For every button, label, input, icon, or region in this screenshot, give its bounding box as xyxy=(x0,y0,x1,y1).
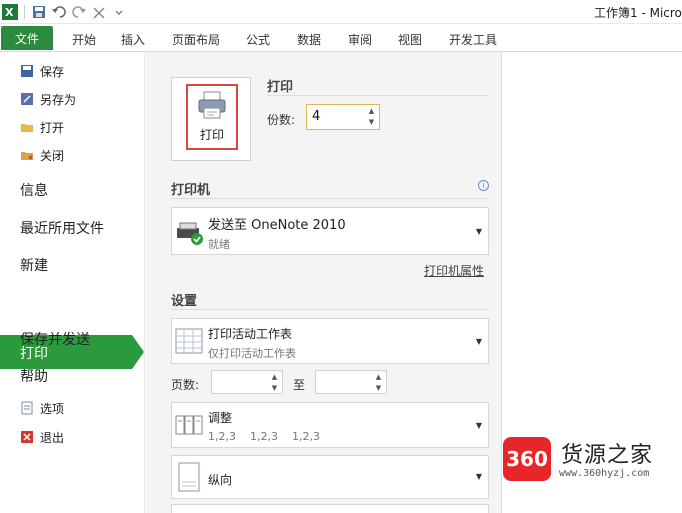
printer-ready-icon xyxy=(176,222,206,249)
watermark-title: 货源之家 xyxy=(561,443,654,468)
tab-formulas[interactable]: 公式 xyxy=(246,31,270,48)
spin-up-icon[interactable]: ▲ xyxy=(369,108,374,115)
printer-name: 发送至 OneNote 2010 xyxy=(208,218,346,233)
nav-save[interactable]: 保存 xyxy=(20,62,64,80)
print-scope-dropdown[interactable]: 打印活动工作表 仅打印活动工作表 ▼ xyxy=(171,318,489,364)
exit-icon xyxy=(20,430,34,444)
customize-icon[interactable] xyxy=(91,4,107,20)
nav-open[interactable]: 打开 xyxy=(20,118,64,136)
nav-close[interactable]: 关闭 xyxy=(20,146,64,164)
nav-options[interactable]: 选项 xyxy=(20,399,64,417)
chevron-down-icon: ▼ xyxy=(475,421,482,430)
ribbon-tabs: 文件 开始 插入 页面布局 公式 数据 审阅 视图 开发工具 xyxy=(0,24,682,52)
pages-from-spinner[interactable]: ▲ ▼ xyxy=(270,374,279,392)
nav-options-label: 选项 xyxy=(40,401,65,416)
print-section-title: 打印 xyxy=(267,80,294,95)
spin-down-icon[interactable]: ▼ xyxy=(369,119,374,126)
printer-status: 就绪 xyxy=(208,238,230,251)
print-scope-main: 打印活动工作表 xyxy=(208,327,293,341)
save-as-icon xyxy=(20,92,34,106)
spin-down-icon[interactable]: ▼ xyxy=(272,385,277,392)
orientation-value: 纵向 xyxy=(208,473,233,487)
nav-active-arrow xyxy=(132,335,144,369)
nav-save-as[interactable]: 另存为 xyxy=(20,90,76,108)
spin-down-icon[interactable]: ▼ xyxy=(376,385,381,392)
copies-stepper[interactable]: 4 ▲ ▼ xyxy=(306,104,380,130)
print-settings-panel: 打印 打印 份数: 4 ▲ ▼ 打印机 i 发送至 OneNote 2010 就… xyxy=(146,52,502,513)
divider xyxy=(267,95,489,96)
nav-exit[interactable]: 退出 xyxy=(20,428,64,446)
divider xyxy=(171,198,489,199)
backstage-nav: 保存 另存为 打开 关闭 信息 最近所用文件 新建 打印 保存并发送 帮助 选项… xyxy=(0,52,145,513)
pages-label: 页数: xyxy=(171,378,200,392)
collate-icon xyxy=(175,413,205,440)
undo-icon[interactable] xyxy=(51,4,67,20)
printer-properties-link[interactable]: 打印机属性 xyxy=(424,262,484,279)
tab-data[interactable]: 数据 xyxy=(297,31,321,48)
nav-new[interactable]: 新建 xyxy=(20,255,48,275)
tab-page-layout[interactable]: 页面布局 xyxy=(172,31,220,48)
portrait-icon xyxy=(178,462,200,495)
info-icon[interactable]: i xyxy=(478,180,489,191)
nav-close-label: 关闭 xyxy=(40,148,65,163)
printer-icon xyxy=(198,90,226,123)
spin-up-icon[interactable]: ▲ xyxy=(272,374,277,381)
save-icon[interactable] xyxy=(31,4,47,20)
collate-main: 调整 xyxy=(208,411,233,425)
folder-open-icon xyxy=(20,120,34,134)
printer-section-title: 打印机 xyxy=(171,183,211,198)
excel-logo-icon: X xyxy=(2,4,18,20)
copies-spinner[interactable]: ▲ ▼ xyxy=(367,108,376,126)
collate-dropdown[interactable]: 调整 1,2,3 1,2,3 1,2,3 ▼ xyxy=(171,402,489,448)
pages-to-spinner[interactable]: ▲ ▼ xyxy=(374,374,383,392)
tab-view[interactable]: 视图 xyxy=(398,31,422,48)
settings-section-title: 设置 xyxy=(171,294,198,309)
toolbar-separator xyxy=(24,5,25,19)
print-scope-sub: 仅打印活动工作表 xyxy=(208,347,296,360)
nav-open-label: 打开 xyxy=(40,120,65,135)
worksheet-icon xyxy=(175,328,203,357)
nav-info[interactable]: 信息 xyxy=(20,180,48,200)
watermark: 360 货源之家 www.360hyzj.com xyxy=(501,433,682,489)
copies-value: 4 xyxy=(312,109,321,124)
chevron-down-icon[interactable] xyxy=(111,4,127,20)
nav-save-send[interactable]: 保存并发送 xyxy=(20,329,90,349)
collate-sub: 1,2,3 1,2,3 1,2,3 xyxy=(208,430,320,443)
nav-save-as-label: 另存为 xyxy=(40,92,77,107)
window-title: 工作簿1 - Micro xyxy=(594,6,682,20)
next-setting-dropdown[interactable] xyxy=(171,504,489,513)
pages-from-stepper[interactable]: ▲ ▼ xyxy=(211,370,283,394)
divider xyxy=(171,309,489,310)
chevron-down-icon: ▼ xyxy=(475,337,482,346)
copies-label: 份数: xyxy=(267,113,296,127)
tab-developer[interactable]: 开发工具 xyxy=(449,31,497,48)
watermark-badge: 360 xyxy=(503,437,551,481)
print-button[interactable]: 打印 xyxy=(171,77,251,161)
nav-exit-label: 退出 xyxy=(40,430,65,445)
chevron-down-icon: ▼ xyxy=(475,472,482,481)
nav-save-label: 保存 xyxy=(40,64,65,79)
title-bar: X 工作簿1 - Micro xyxy=(0,0,682,24)
redo-icon[interactable] xyxy=(71,4,87,20)
folder-close-icon xyxy=(20,148,34,162)
spin-up-icon[interactable]: ▲ xyxy=(376,374,381,381)
quick-access-toolbar: X xyxy=(2,2,127,22)
tab-insert[interactable]: 插入 xyxy=(121,31,145,48)
tab-file[interactable]: 文件 xyxy=(1,26,53,50)
pages-to-label: 至 xyxy=(293,378,306,392)
print-button-label: 打印 xyxy=(199,128,224,142)
orientation-dropdown[interactable]: 纵向 ▼ xyxy=(171,455,489,499)
nav-help[interactable]: 帮助 xyxy=(20,366,48,386)
pages-to-stepper[interactable]: ▲ ▼ xyxy=(315,370,387,394)
printer-dropdown[interactable]: 发送至 OneNote 2010 就绪 ▼ xyxy=(171,207,489,255)
options-icon xyxy=(20,401,34,415)
save-icon xyxy=(20,64,34,78)
svg-text:X: X xyxy=(5,6,14,19)
nav-recent[interactable]: 最近所用文件 xyxy=(20,218,104,238)
tab-home[interactable]: 开始 xyxy=(72,31,96,48)
chevron-down-icon: ▼ xyxy=(475,227,482,236)
watermark-url: www.360hyzj.com xyxy=(559,468,650,479)
tab-review[interactable]: 审阅 xyxy=(348,31,372,48)
